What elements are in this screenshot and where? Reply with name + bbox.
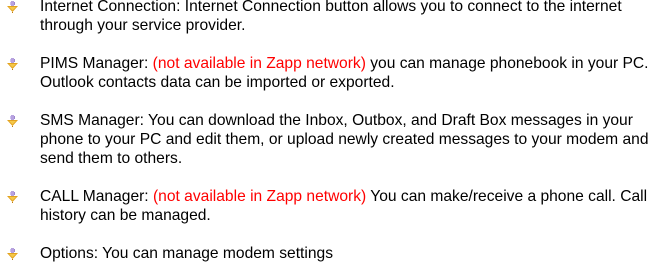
arrow-down-bullet-icon [7,191,18,203]
availability-note: (not available in Zapp network) [152,188,367,205]
item-line: Outlook contacts data can be imported or… [40,74,395,91]
item-line: PIMS Manager: (not available in Zapp net… [40,54,668,73]
list-item-call-manager: CALL Manager: (not available in Zapp net… [0,187,668,225]
item-line: SMS Manager: You can download the Inbox,… [40,112,633,129]
item-prefix: CALL Manager: [40,188,153,205]
item-line: through your service provider. [40,17,246,34]
list-item-pims-manager: PIMS Manager: (not available in Zapp net… [0,54,668,92]
list-item-internet-connection: Internet Connection: Internet Connection… [0,0,668,35]
document-page: Internet Connection: Internet Connection… [0,0,668,263]
item-line: send them to others. [40,150,183,167]
item-line: Internet Connection: Internet Connection… [40,0,622,15]
arrow-down-bullet-icon [7,58,18,70]
item-prefix: PIMS Manager: [40,55,153,72]
item-line: phone to your PC and edit them, or uploa… [40,131,649,148]
item-rest: You can make/receive a phone call. Call [366,188,648,205]
item-line: Options: You can manage modem settings [40,245,333,262]
item-rest: you can manage phonebook in your PC. [365,55,649,72]
list-item-options: Options: You can manage modem settings [0,244,668,263]
arrow-down-bullet-icon [7,248,18,260]
availability-note: (not available in Zapp network) [152,55,366,72]
arrow-down-bullet-icon [7,115,18,127]
arrow-down-bullet-icon [7,1,18,13]
list-item-sms-manager: SMS Manager: You can download the Inbox,… [0,111,668,168]
item-line: history can be managed. [40,207,211,224]
item-line: CALL Manager: (not available in Zapp net… [40,187,668,206]
